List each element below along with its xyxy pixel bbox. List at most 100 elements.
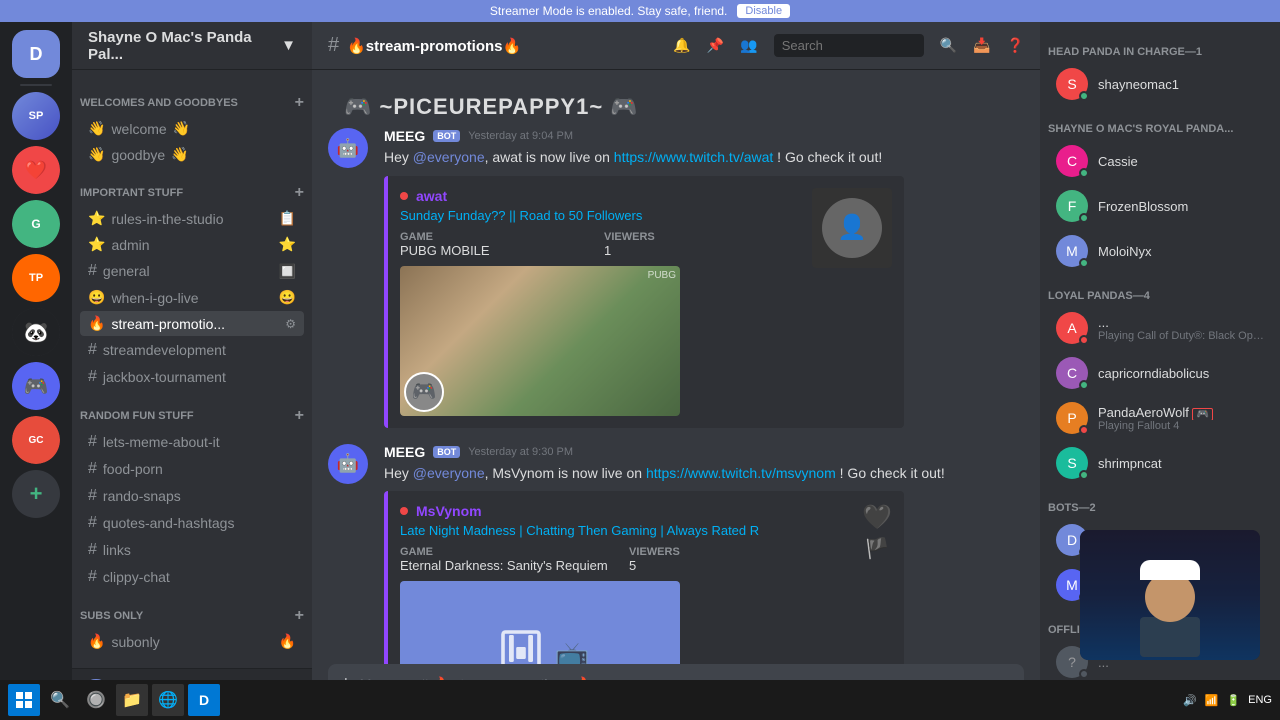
add-channel-welcomes[interactable]: + (295, 94, 304, 112)
channel-when-live[interactable]: 😀 when-i-go-live 😀 (80, 285, 304, 310)
member-loyal-1-status (1079, 335, 1089, 345)
start-button[interactable] (8, 684, 40, 716)
member-capricorn-avatar: C (1056, 357, 1088, 389)
channel-snaps[interactable]: # rando-snaps (80, 483, 304, 509)
embed-2-fields: Game Eternal Darkness: Sanity's Requiem … (400, 546, 850, 573)
add-channel-random[interactable]: + (295, 407, 304, 425)
server-divider (20, 84, 52, 86)
channel-goodbye-icon: 👋 (88, 146, 105, 163)
inbox-icon[interactable]: 📥 (973, 37, 990, 54)
msg2-text: Hey @everyone, MsVynom is now live on ht… (384, 464, 1024, 484)
member-panda-aero-game: Playing Fallout 4 (1098, 420, 1264, 432)
bell-icon[interactable]: 🔔 (673, 37, 690, 54)
channel-meme-name: lets-meme-about-it (103, 434, 220, 450)
category-subs[interactable]: SUBS ONLY + (72, 591, 312, 629)
channel-welcome[interactable]: 👋 welcome 👋 (80, 116, 304, 141)
prev-message-banner: 🎮 ~PICEUREPAPPY1~ 🎮 (328, 86, 1024, 128)
pin-icon[interactable]: 📌 (707, 37, 724, 54)
embed-1-viewers-field: Viewers 1 (604, 231, 800, 258)
server-icon-discord[interactable]: D (12, 30, 60, 78)
msg1-content: MEEG BOT Yesterday at 9:04 PM Hey @every… (384, 128, 1024, 428)
server-icon-5[interactable]: 🐼 (12, 308, 60, 356)
category-important[interactable]: IMPORTANT STUFF + (72, 168, 312, 206)
taskbar-discord[interactable]: D (188, 684, 220, 716)
server-icon-2[interactable]: ❤️ (12, 146, 60, 194)
channel-links-hash: # (88, 541, 97, 559)
prev-message-text: 🎮 ~PICEUREPAPPY1~ 🎮 (344, 94, 639, 119)
add-channel-subs[interactable]: + (295, 607, 304, 625)
server-icon-gamer-badge[interactable]: GC (12, 416, 60, 464)
member-shrimpncat-name: shrimpncat (1098, 456, 1264, 471)
channel-streamdev[interactable]: # streamdevelopment (80, 337, 304, 363)
member-moloinyx[interactable]: M MoloiNyx (1048, 229, 1272, 273)
channel-clippy[interactable]: # clippy-chat (80, 564, 304, 590)
msg1-text: Hey @everyone, awat is now live on https… (384, 148, 1024, 168)
server-icon-6[interactable]: 🎮 (12, 362, 60, 410)
embed-1-fields: Game PUBG MOBILE Viewers 1 (400, 231, 800, 258)
server-icon-add[interactable]: + (12, 470, 60, 518)
search-input[interactable] (774, 34, 924, 57)
taskbar-ie[interactable]: 🌐 (152, 684, 184, 716)
taskbar-fileexplorer[interactable]: 📁 (116, 684, 148, 716)
channel-rules[interactable]: ⭐ rules-in-the-studio 📋 (80, 206, 304, 231)
member-capricorn[interactable]: C capricorndiabolicus (1048, 351, 1272, 395)
help-icon[interactable]: ❓ (1007, 37, 1024, 54)
embed-2-header: MsVynom Late Night Madness | Chatting Th… (400, 503, 892, 664)
channel-general[interactable]: # general 🔲 (80, 258, 304, 284)
category-voice[interactable]: VOICE CHANNELS + (72, 655, 312, 668)
msg1-header: MEEG BOT Yesterday at 9:04 PM (384, 128, 1024, 144)
server-icon-3[interactable]: G (12, 200, 60, 248)
embed-1-thumbnail: 👤 (812, 188, 892, 268)
member-panda-aero-avatar: P (1056, 402, 1088, 434)
member-cassie[interactable]: C Cassie (1048, 139, 1272, 183)
embed-2-decoration: 🖤 🏴 (862, 503, 892, 561)
member-moloinyx-info: MoloiNyx (1098, 244, 1264, 259)
channel-links[interactable]: # links (80, 537, 304, 563)
server-header[interactable]: Shayne O Mac's Panda Pal... ▼ (72, 22, 312, 70)
msg1-link[interactable]: https://www.twitch.tv/awat (614, 149, 774, 165)
member-frozenblossom[interactable]: F FrozenBlossom (1048, 184, 1272, 228)
server-icon-4[interactable]: TP (12, 254, 60, 302)
embed-1-streamer: awat (400, 188, 800, 204)
streamer-mode-text: Streamer Mode is enabled. Stay safe, fri… (490, 4, 727, 18)
member-shayneomac1[interactable]: S shayneomac1 (1048, 62, 1272, 106)
category-welcomes[interactable]: WELCOMES AND GOODBYES + (72, 78, 312, 116)
add-channel-important[interactable]: + (295, 184, 304, 202)
msg2-time: Yesterday at 9:30 PM (468, 446, 573, 458)
channel-quotes[interactable]: # quotes-and-hashtags (80, 510, 304, 536)
member-panda-aero-info: PandaAeroWolf 🎮 Playing Fallout 4 (1098, 405, 1264, 432)
disable-streamer-mode-button[interactable]: Disable (737, 4, 790, 18)
embed-2-name: MsVynom (416, 503, 482, 519)
embed-2-viewers-value: 5 (629, 558, 850, 573)
message-group-1: 🤖 MEEG BOT Yesterday at 9:04 PM Hey @eve… (328, 128, 1024, 428)
channel-streamdev-hash: # (88, 341, 97, 359)
channel-jackbox[interactable]: # jackbox-tournament (80, 364, 304, 390)
channel-subonly[interactable]: 🔥 subonly 🔥 (80, 629, 304, 654)
member-loyal-1[interactable]: A ... Playing Call of Duty®: Black Ops 4 (1048, 306, 1272, 350)
msg2-content: MEEG BOT Yesterday at 9:30 PM Hey @every… (384, 444, 1024, 664)
embed-2-title[interactable]: Late Night Madness | Chatting Then Gamin… (400, 523, 850, 538)
members-icon[interactable]: 👥 (740, 37, 757, 54)
taskbar-cortana[interactable]: 🔘 (80, 684, 112, 716)
channel-food[interactable]: # food-porn (80, 456, 304, 482)
category-random[interactable]: RANDOM FUN STUFF + (72, 391, 312, 429)
channel-general-badge: 🔲 (279, 263, 296, 280)
channel-stream-promotions[interactable]: 🔥 stream-promotio... ⚙ (80, 311, 304, 336)
channel-subonly-badge: 🔥 (279, 633, 296, 650)
category-important-label: IMPORTANT STUFF (80, 187, 183, 199)
member-shrimpncat[interactable]: S shrimpncat (1048, 441, 1272, 485)
taskbar-search[interactable]: 🔍 (44, 684, 76, 716)
search-icon[interactable]: 🔍 (940, 37, 957, 54)
msg2-link[interactable]: https://www.twitch.tv/msvynom (646, 465, 836, 481)
channel-meme[interactable]: # lets-meme-about-it (80, 429, 304, 455)
channel-stream-promo-settings[interactable]: ⚙ (285, 317, 296, 331)
embed-1-title[interactable]: Sunday Funday?? || Road to 50 Followers (400, 208, 800, 223)
channel-quotes-hash: # (88, 514, 97, 532)
channel-food-name: food-porn (103, 461, 163, 477)
server-icon-main[interactable]: SP (12, 92, 60, 140)
channel-goodbye[interactable]: 👋 goodbye 👋 (80, 142, 304, 167)
channel-jackbox-hash: # (88, 368, 97, 386)
channel-admin[interactable]: ⭐ admin ⭐ (80, 232, 304, 257)
channel-links-name: links (103, 542, 131, 558)
member-panda-aero[interactable]: P PandaAeroWolf 🎮 Playing Fallout 4 (1048, 396, 1272, 440)
